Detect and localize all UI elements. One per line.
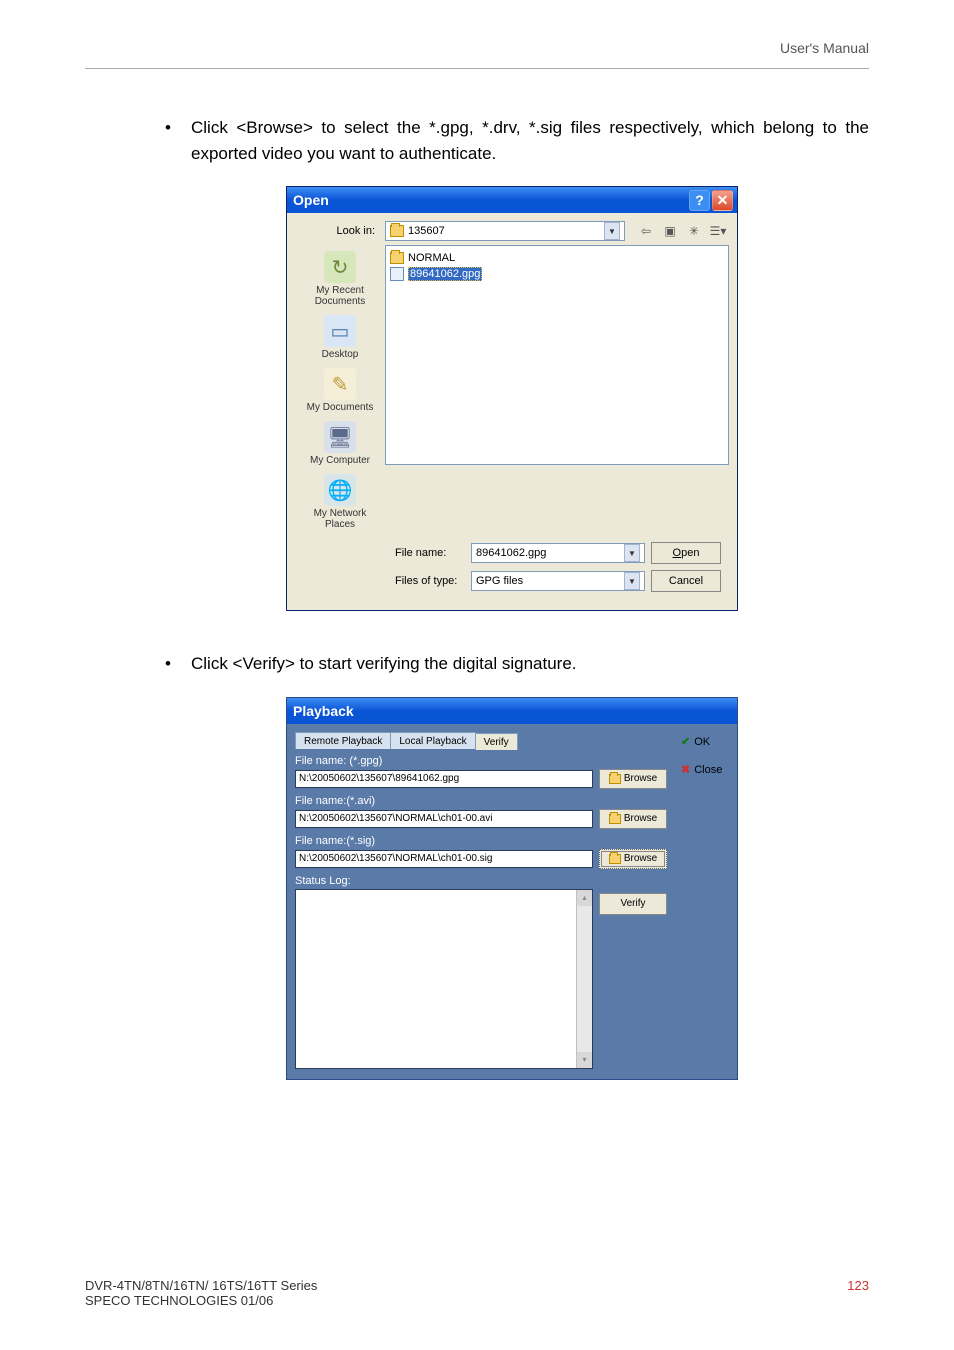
recent-documents-icon: ↻ (324, 251, 356, 283)
browse-gpg-button[interactable]: Browse (599, 769, 667, 789)
back-icon[interactable]: ⇦ (635, 221, 657, 241)
place-my-network-places[interactable]: 🌐 My Network Places (298, 472, 382, 534)
gpg-file-input[interactable]: N:\20050602\135607\89641062.gpg (295, 770, 593, 788)
header-right: User's Manual (780, 40, 869, 56)
file-name: 89641062.gpg (408, 267, 482, 281)
place-label: My Recent Documents (298, 285, 382, 307)
sig-file-label: File name:(*.sig) (295, 835, 667, 847)
desktop-icon: ▭ (324, 315, 356, 347)
scrollbar[interactable]: ▴ ▾ (576, 890, 592, 1068)
browse-avi-button[interactable]: Browse (599, 809, 667, 829)
place-my-documents[interactable]: ✎ My Documents (298, 366, 382, 417)
tab-local-playback[interactable]: Local Playback (390, 732, 475, 749)
new-folder-icon[interactable]: ✳ (683, 221, 705, 241)
gpg-file-icon (390, 267, 404, 281)
page-number: 123 (847, 1278, 869, 1308)
help-button[interactable]: ? (689, 190, 710, 211)
places-bar: ↻ My Recent Documents ▭ Desktop ✎ My Doc… (295, 245, 385, 534)
chevron-down-icon[interactable]: ▼ (624, 544, 640, 562)
avi-file-input[interactable]: N:\20050602\135607\NORMAL\ch01-00.avi (295, 810, 593, 828)
up-one-level-icon[interactable]: ▣ (659, 221, 681, 241)
place-label: My Computer (298, 455, 382, 466)
check-icon: ✔ (681, 735, 690, 748)
playback-right-panel: ✔ OK ✖ Close (675, 724, 737, 1079)
open-dialog: Open ? ✕ Look in: 135607 ▼ ⇦ ▣ ✳ (286, 186, 738, 611)
cancel-button[interactable]: Cancel (651, 570, 721, 592)
folder-open-icon (609, 854, 621, 864)
chevron-down-icon[interactable]: ▼ (624, 572, 640, 590)
my-computer-icon: 🖥 (324, 421, 356, 453)
close-icon: ✖ (681, 763, 690, 776)
place-label: My Documents (298, 402, 382, 413)
header-rule (85, 68, 869, 69)
lookin-label: Look in: (295, 225, 385, 237)
bullet-text-2: Click <Verify> to start verifying the di… (191, 651, 869, 677)
network-places-icon: 🌐 (324, 474, 356, 506)
lookin-combo[interactable]: 135607 ▼ (385, 221, 625, 241)
place-desktop[interactable]: ▭ Desktop (298, 313, 382, 364)
chevron-down-icon[interactable]: ▼ (604, 222, 620, 240)
status-log-textarea[interactable]: ▴ ▾ (295, 889, 593, 1069)
place-my-recent-documents[interactable]: ↻ My Recent Documents (298, 249, 382, 311)
close-button[interactable]: ✕ (712, 190, 733, 211)
bullet-text-1: Click <Browse> to select the *.gpg, *.dr… (191, 115, 869, 166)
playback-tabs: Remote Playback Local Playback Verify (295, 732, 667, 749)
bullet-dot: • (155, 115, 191, 166)
scroll-up-icon[interactable]: ▴ (577, 890, 592, 906)
open-titlebar: Open ? ✕ (287, 187, 737, 213)
open-button[interactable]: Open (651, 542, 721, 564)
open-title: Open (291, 192, 687, 208)
playback-title: Playback (293, 703, 354, 719)
place-label: My Network Places (298, 508, 382, 530)
views-menu-icon[interactable]: ☰▾ (707, 221, 729, 241)
avi-file-label: File name:(*.avi) (295, 795, 667, 807)
filetype-value: GPG files (476, 575, 523, 587)
filename-label: File name: (391, 547, 465, 559)
folder-icon (390, 225, 404, 237)
sig-file-input[interactable]: N:\20050602\135607\NORMAL\ch01-00.sig (295, 850, 593, 868)
place-label: Desktop (298, 349, 382, 360)
lookin-value: 135607 (408, 225, 445, 237)
my-documents-icon: ✎ (324, 368, 356, 400)
filename-value: 89641062.gpg (476, 547, 546, 559)
close-button[interactable]: ✖ Close (681, 760, 731, 780)
footer-product-line: DVR-4TN/8TN/16TN/ 16TS/16TT Series (85, 1278, 317, 1293)
place-my-computer[interactable]: 🖥 My Computer (298, 419, 382, 470)
file-item-selected[interactable]: 89641062.gpg (390, 266, 482, 282)
folder-open-icon (609, 774, 621, 784)
footer-company-line: SPECO TECHNOLOGIES 01/06 (85, 1293, 317, 1308)
verify-button[interactable]: Verify (599, 893, 667, 915)
page-footer: DVR-4TN/8TN/16TN/ 16TS/16TT Series SPECO… (85, 1278, 869, 1308)
scroll-down-icon[interactable]: ▾ (577, 1052, 592, 1068)
file-item-folder[interactable]: NORMAL (390, 250, 724, 266)
filename-input[interactable]: 89641062.gpg ▼ (471, 543, 645, 563)
file-list-area[interactable]: NORMAL 89641062.gpg (385, 245, 729, 465)
ok-button[interactable]: ✔ OK (681, 732, 731, 752)
browse-sig-button[interactable]: Browse (599, 849, 667, 869)
folder-open-icon (609, 814, 621, 824)
file-name: NORMAL (408, 252, 455, 264)
tab-verify[interactable]: Verify (475, 733, 518, 750)
filetype-label: Files of type: (391, 575, 465, 587)
bullet-dot: • (155, 651, 191, 677)
folder-icon (390, 252, 404, 264)
bullet-paragraph-1: • Click <Browse> to select the *.gpg, *.… (155, 115, 869, 166)
bullet-paragraph-2: • Click <Verify> to start verifying the … (155, 651, 869, 677)
tab-remote-playback[interactable]: Remote Playback (295, 732, 391, 749)
playback-dialog: Playback Remote Playback Local Playback … (286, 697, 738, 1080)
status-log-label: Status Log: (295, 875, 667, 887)
filetype-select[interactable]: GPG files ▼ (471, 571, 645, 591)
playback-titlebar: Playback (287, 698, 737, 724)
gpg-file-label: File name: (*.gpg) (295, 755, 667, 767)
